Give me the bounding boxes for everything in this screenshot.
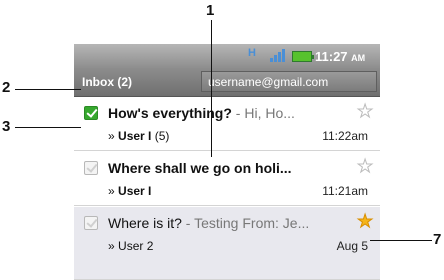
conversation-sender: » User I (5) bbox=[108, 129, 170, 143]
callout-number-2: 2 bbox=[2, 79, 11, 96]
status-bar: H 11:27 AM bbox=[74, 44, 380, 68]
callout-line-3 bbox=[15, 127, 81, 128]
conversation-row[interactable]: Where is it? - Testing From: Je... ★ » U… bbox=[74, 207, 380, 280]
account-email: username@gmail.com bbox=[208, 75, 329, 89]
callout-number-1: 1 bbox=[206, 2, 215, 19]
folder-label[interactable]: Inbox (2) bbox=[82, 75, 132, 89]
select-checkbox[interactable] bbox=[84, 106, 98, 120]
star-icon[interactable]: ★ bbox=[356, 212, 373, 231]
conversation-date: 11:22am bbox=[322, 129, 368, 143]
signal-icon bbox=[270, 49, 286, 62]
conversation-date: 11:21am bbox=[322, 184, 368, 198]
callout-line-7 bbox=[370, 240, 432, 241]
conversation-row[interactable]: How's everything? - Hi, Ho... ★ » User I… bbox=[74, 97, 380, 151]
callout-number-7: 7 bbox=[433, 231, 442, 248]
select-checkbox[interactable] bbox=[84, 161, 98, 175]
battery-icon bbox=[292, 51, 314, 62]
conversation-subject-line: How's everything? - Hi, Ho... bbox=[108, 105, 295, 121]
status-time: 11:27 AM bbox=[315, 49, 366, 64]
phone-screen: H 11:27 AM Inbox (2) username@gmail.com … bbox=[74, 44, 380, 280]
callout-number-3: 3 bbox=[2, 118, 11, 135]
conversation-subject-line: Where shall we go on holi... bbox=[108, 160, 292, 176]
title-bar: Inbox (2) username@gmail.com bbox=[74, 68, 380, 97]
conversation-date: Aug 5 bbox=[336, 239, 368, 253]
callout-line-1 bbox=[211, 20, 212, 157]
star-icon[interactable]: ★ bbox=[356, 102, 373, 121]
select-checkbox[interactable] bbox=[84, 216, 98, 230]
network-type-indicator: H bbox=[248, 47, 256, 59]
star-icon[interactable]: ★ bbox=[356, 157, 373, 176]
conversation-sender: » User 2 bbox=[108, 239, 154, 253]
conversation-sender: » User I bbox=[108, 184, 152, 198]
conversation-row[interactable]: Where shall we go on holi... ★ » User I … bbox=[74, 152, 380, 206]
callout-line-2 bbox=[15, 89, 81, 90]
conversation-subject-line: Where is it? - Testing From: Je... bbox=[108, 215, 310, 231]
account-selector[interactable]: username@gmail.com bbox=[201, 71, 377, 92]
